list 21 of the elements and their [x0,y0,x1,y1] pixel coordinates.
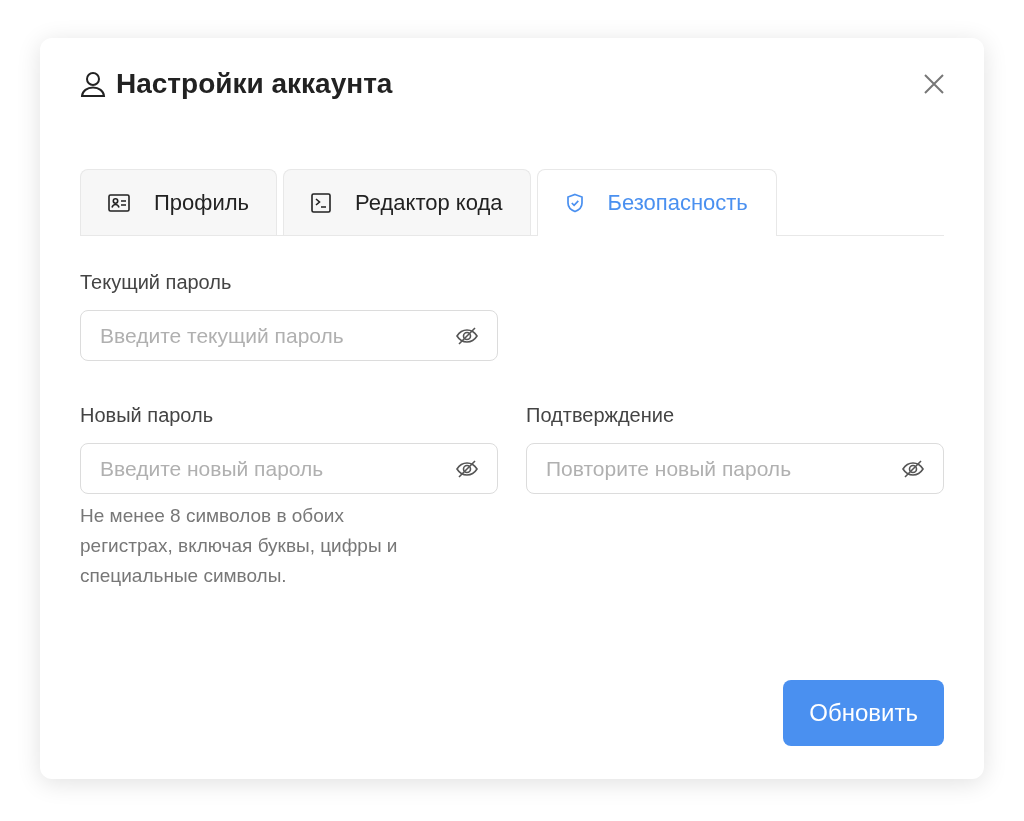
password-field[interactable]: Повторите новый пароль [526,443,944,494]
password-input[interactable]: Введите новый пароль [100,456,455,481]
terminal-icon [311,192,331,213]
eye-slash-icon[interactable] [901,458,925,479]
dialog-title: Настройки аккаунта [116,68,393,100]
password-input[interactable]: Введите текущий пароль [100,323,455,348]
close-icon[interactable] [924,74,944,94]
id-card-icon [108,193,130,212]
field-label: Новый пароль [80,403,215,427]
hint-text: Не менее 8 символов в обоих регистрах, включая буквы, цифры и специальные символы. [80,504,399,588]
password-field[interactable]: Введите новый пароль [80,443,498,494]
tab[interactable]: Редактор кода [283,169,531,235]
password-input[interactable]: Повторите новый пароль [546,456,901,481]
field-label: Текущий пароль [80,270,233,294]
user-icon [80,71,106,97]
tab[interactable]: Профиль [80,169,277,235]
eye-slash-icon[interactable] [455,325,479,346]
eye-slash-icon[interactable] [455,458,479,479]
password-field[interactable]: Введите текущий пароль [80,310,498,361]
field-label: Подтверждение [526,403,676,427]
shield-icon [565,193,584,213]
